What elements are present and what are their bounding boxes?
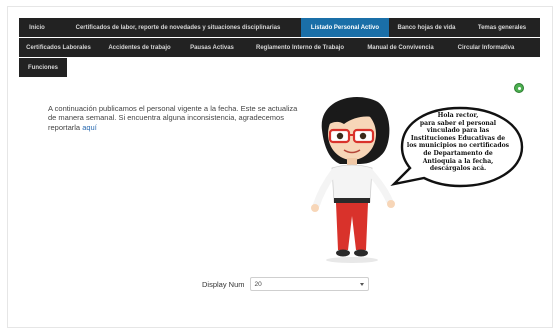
nav-certificados-laborales[interactable]: Certificados Laborales (19, 38, 98, 57)
display-num-select[interactable]: 20 (249, 277, 369, 291)
nav-pausas-activas[interactable]: Pausas Activas (181, 38, 243, 57)
intro-paragraph: A continuación publicamos el personal vi… (48, 104, 298, 133)
nav-banco-hojas-de-vida[interactable]: Banco hojas de vida (389, 18, 464, 37)
display-num-control: Display Num 20 (202, 277, 369, 291)
nav-funciones[interactable]: Funciones (19, 58, 67, 77)
green-circle-icon[interactable] (514, 83, 524, 93)
nav-circular-informativa[interactable]: Circular Informativa (444, 38, 528, 57)
nav-inicio[interactable]: Inicio (19, 18, 55, 37)
nav-accidentes-de-trabajo[interactable]: Accidentes de trabajo (98, 38, 181, 57)
nav-row-1: Inicio Certificados de labor, reporte de… (19, 18, 540, 37)
nav-certificados-labor[interactable]: Certificados de labor, reporte de noveda… (55, 18, 301, 37)
speech-bubble-text[interactable]: Hola rector, para saber el personal vinc… (398, 112, 518, 173)
nav-temas-generales[interactable]: Temas generales (464, 18, 540, 37)
nav-row-3: Funciones (19, 58, 67, 77)
caret-down-icon (359, 282, 364, 286)
nav-manual-de-convivencia[interactable]: Manual de Convivencia (357, 38, 444, 57)
main-navigation: Inicio Certificados de labor, reporte de… (19, 18, 540, 77)
display-num-value: 20 (254, 280, 262, 288)
report-link[interactable]: aquí (82, 123, 97, 132)
nav-reglamento-interno[interactable]: Reglamento Interno de Trabajo (243, 38, 357, 57)
nav-row-2: Certificados Laborales Accidentes de tra… (19, 38, 540, 57)
display-num-label: Display Num (202, 279, 245, 289)
nav-listado-personal-activo[interactable]: Listado Personal Activo (301, 18, 389, 37)
